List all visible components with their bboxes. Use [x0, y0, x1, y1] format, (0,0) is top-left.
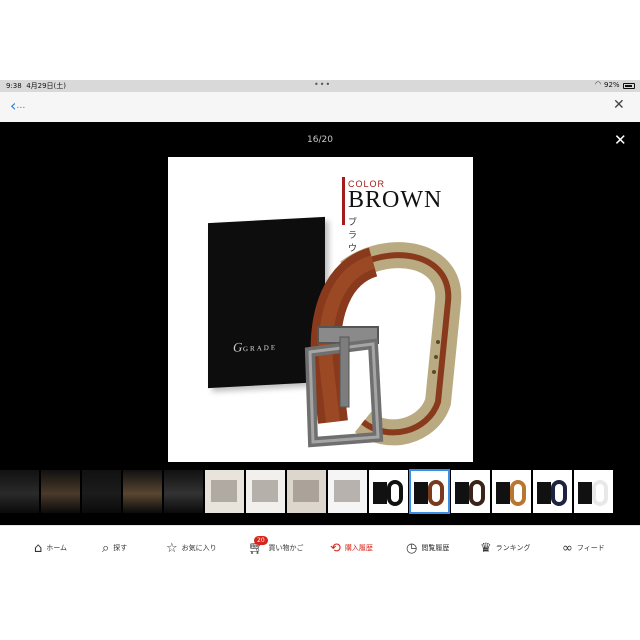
nav-bar: ‹… ✕	[0, 92, 640, 122]
close-browser-button[interactable]: ✕	[613, 97, 625, 113]
search-icon: ⌕	[102, 540, 110, 556]
thumbnail-lifestyle-1[interactable]	[0, 470, 39, 513]
thumbnail-box-graphic	[578, 482, 592, 504]
thumbnail-belt-graphic	[551, 480, 567, 506]
tab-favorites[interactable]: ☆ お気に入り	[166, 538, 217, 558]
tab-bar: ⌂ ホーム ⌕ 探す ☆ お気に入り 🛒︎ 20 買い物かご ⟲ 購入履歴 ◷ 閲覧履歴 ♛ ラ…	[0, 525, 640, 570]
belt-image	[304, 242, 462, 448]
thumbnail-strip	[0, 469, 640, 515]
accent-bar	[342, 177, 345, 225]
purchase-history-icon: ⟲	[330, 540, 341, 556]
thumbnail-lifestyle-5[interactable]	[164, 470, 203, 513]
thumbnail-color-camel[interactable]	[492, 470, 531, 513]
viewer-close-button[interactable]: ✕	[614, 131, 627, 149]
thumbnail-lifestyle-3[interactable]	[82, 470, 121, 513]
thumbnail-color-navy[interactable]	[533, 470, 572, 513]
thumbnail-detail-graphic	[211, 480, 237, 502]
tab-home[interactable]: ⌂ ホーム	[34, 538, 67, 558]
thumbnail-detail-graphic	[334, 480, 360, 502]
thumbnail-color-brown[interactable]	[409, 469, 450, 514]
product-image[interactable]: COLOR BROWN ブラウン G GRADE	[168, 157, 473, 462]
wifi-icon: ◠	[595, 80, 602, 88]
color-name: BROWN	[348, 187, 443, 213]
thumbnail-belt-graphic	[510, 480, 526, 506]
battery-icon	[623, 83, 635, 89]
thumbnail-box-graphic	[496, 482, 510, 504]
thumbnail-belt-graphic	[428, 480, 444, 506]
image-viewer: 16/20 ✕ COLOR BROWN ブラウン G GRADE	[0, 122, 640, 525]
battery-percent: 92%	[604, 81, 620, 89]
tab-view-history[interactable]: ◷ 閲覧履歴	[406, 538, 449, 558]
cart-badge: 20	[254, 535, 268, 545]
view-history-icon: ◷	[406, 540, 418, 556]
thumbnail-belt-graphic	[592, 480, 608, 506]
thumbnail-color-dark-brown[interactable]	[451, 470, 490, 513]
thumbnail-belt-graphic	[387, 480, 403, 506]
cart-icon: 🛒︎ 20	[248, 535, 268, 556]
thumbnail-box-graphic	[373, 482, 387, 504]
binoculars-icon: ∞	[562, 540, 573, 556]
thumbnail-color-black[interactable]	[369, 470, 408, 513]
tab-purchase-history[interactable]: ⟲ 購入履歴	[330, 538, 373, 558]
image-counter: 16/20	[307, 135, 333, 145]
tab-search[interactable]: ⌕ 探す	[102, 538, 127, 558]
multitasking-dots[interactable]: •••	[314, 80, 331, 89]
thumbnail-box-graphic	[455, 482, 469, 504]
home-icon: ⌂	[34, 540, 43, 556]
box-brand-initial: G	[233, 339, 243, 355]
tab-ranking[interactable]: ♛ ランキング	[480, 538, 530, 558]
thumbnail-detail-graphic	[293, 480, 319, 502]
thumbnail-detail-3[interactable]	[287, 470, 326, 513]
tab-feed[interactable]: ∞ フィード	[562, 538, 605, 558]
thumbnail-detail-1[interactable]	[205, 470, 244, 513]
thumbnail-lifestyle-2[interactable]	[41, 470, 80, 513]
crown-icon: ♛	[480, 540, 492, 556]
back-button[interactable]: ‹…	[10, 96, 25, 115]
thumbnail-lifestyle-4[interactable]	[123, 470, 162, 513]
thumbnail-detail-graphic	[252, 480, 278, 502]
thumbnail-box-graphic	[414, 482, 428, 504]
tab-cart[interactable]: 🛒︎ 20 買い物かご	[248, 535, 304, 558]
thumbnail-detail-2[interactable]	[246, 470, 285, 513]
thumbnail-belt-graphic	[469, 480, 485, 506]
thumbnail-detail-4[interactable]	[328, 470, 367, 513]
status-bar: 9:38 4月29日(土) ••• ◠ 92%	[0, 80, 640, 92]
thumbnail-box-graphic	[537, 482, 551, 504]
box-brand: GRADE	[243, 343, 278, 354]
star-icon: ☆	[166, 540, 178, 556]
thumbnail-color-white[interactable]	[574, 470, 613, 513]
status-time: 9:38 4月29日(土)	[6, 82, 67, 90]
